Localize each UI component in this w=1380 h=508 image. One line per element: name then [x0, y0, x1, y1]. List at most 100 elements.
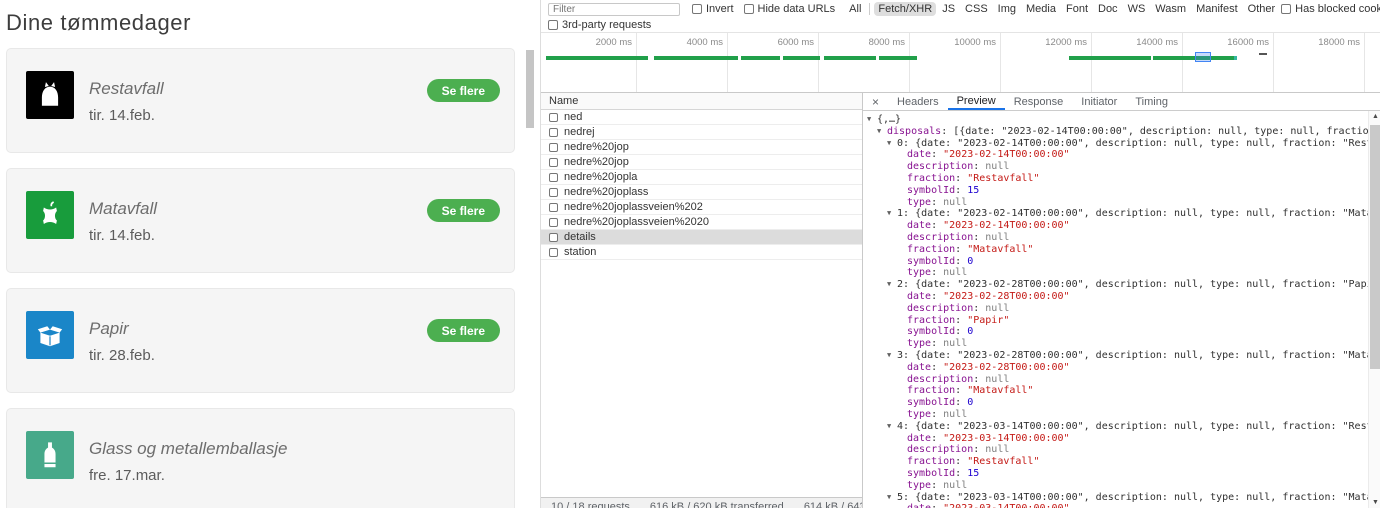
tab-preview[interactable]: Preview [947, 93, 1005, 110]
preview-scrollbar-thumb[interactable] [1370, 125, 1380, 369]
hide-data-urls-checkbox[interactable] [743, 4, 754, 14]
waste-card: Papir tir. 28.feb. Se flere [6, 288, 515, 393]
request-name: station [564, 246, 597, 258]
invert-checkbox[interactable] [692, 4, 702, 14]
request-checkbox[interactable] [549, 187, 558, 197]
json-token: 2: [897, 279, 916, 291]
json-line: description: null [863, 303, 1368, 315]
json-token: type [907, 267, 932, 279]
filter-checkboxes-row1: Invert Hide data URLs [692, 3, 845, 15]
timeline-tick-label: 8000 ms [868, 37, 905, 48]
type-filter-doc[interactable]: Doc [1094, 2, 1122, 16]
disclosure-triangle-icon[interactable]: ▼ [877, 126, 887, 138]
hide-data-urls-group: Hide data URLs [743, 3, 835, 15]
json-token: : [931, 432, 944, 444]
type-filter-other[interactable]: Other [1244, 2, 1280, 16]
timeline-mark [1234, 56, 1237, 60]
waste-schedule-page: Dine tømmedager Restavfall tir. 14.feb. Se… [0, 0, 540, 508]
timeline-tick-label: 2000 ms [595, 37, 632, 48]
network-overview-timeline[interactable]: 2000 ms 4000 ms 6000 ms 8000 ms 10000 ms 1200… [541, 32, 1380, 93]
json-line: fraction: "Restavfall" [863, 456, 1368, 468]
waste-cards: Restavfall tir. 14.feb. Se flere Matavfall… [6, 48, 515, 508]
disclosure-triangle-icon[interactable]: ▼ [887, 208, 897, 220]
request-row[interactable]: ned [541, 110, 862, 125]
scroll-up-icon[interactable]: ▲ [1369, 113, 1380, 120]
disclosure-triangle-icon[interactable]: ▼ [867, 114, 877, 126]
filter-input[interactable] [548, 2, 680, 16]
se-flere-button[interactable]: Se flere [426, 319, 500, 342]
json-token: 0 [967, 397, 974, 409]
se-flere-button[interactable]: Se flere [426, 199, 500, 222]
timeline-activity-segment [824, 56, 876, 60]
request-checkbox[interactable] [549, 142, 558, 152]
request-row[interactable]: details [541, 230, 862, 245]
disclosure-triangle-icon[interactable]: ▼ [887, 492, 897, 504]
scroll-down-icon[interactable]: ▼ [1369, 499, 1380, 506]
request-checkbox[interactable] [549, 112, 558, 122]
request-details-pane: × Headers Preview Response Initiator Timing … [863, 93, 1380, 508]
json-line: type: null [863, 409, 1368, 421]
json-token: null [985, 231, 1010, 243]
request-checkbox[interactable] [549, 157, 558, 167]
waste-fraction-title: Glass og metallemballasje [89, 439, 288, 458]
request-checkbox[interactable] [549, 217, 558, 227]
request-checkbox[interactable] [549, 127, 558, 137]
request-row[interactable]: nedrej [541, 125, 862, 140]
type-filter-fetch-xhr[interactable]: Fetch/XHR [874, 2, 937, 16]
has-blocked-cookies-checkbox[interactable] [1281, 4, 1292, 14]
timeline-selected-request[interactable] [1195, 52, 1211, 62]
json-token: {date: "2023-03-14T00:00:00", descriptio… [915, 420, 1368, 432]
tab-initiator[interactable]: Initiator [1072, 93, 1126, 110]
request-row[interactable]: nedre%20jop [541, 140, 862, 155]
json-line: ▼ disposals: [{date: "2023-02-14T00:00:00… [863, 126, 1368, 138]
request-name: nedre%20jop [564, 156, 629, 168]
page-scrollbar[interactable] [526, 0, 534, 508]
request-row[interactable]: station [541, 245, 862, 260]
request-row[interactable]: nedre%20jopla [541, 170, 862, 185]
type-filter-font[interactable]: Font [1062, 2, 1092, 16]
disclosure-triangle-icon[interactable]: ▼ [887, 350, 897, 362]
json-token: null [943, 267, 968, 279]
disclosure-triangle-icon[interactable]: ▼ [887, 279, 897, 291]
disclosure-triangle-icon[interactable]: ▼ [887, 421, 897, 433]
request-checkbox[interactable] [549, 172, 558, 182]
request-row[interactable]: nedre%20jop [541, 155, 862, 170]
timeline-gridline [1091, 33, 1092, 92]
type-filter-img[interactable]: Img [994, 2, 1020, 16]
disclosure-triangle-icon[interactable]: ▼ [887, 138, 897, 150]
type-filter-wasm[interactable]: Wasm [1151, 2, 1190, 16]
waste-card: Glass og metallemballasje fre. 17.mar. [6, 408, 515, 508]
type-filter-js[interactable]: JS [938, 2, 959, 16]
json-token: type [907, 338, 932, 350]
json-line: date: "2023-02-28T00:00:00" [863, 362, 1368, 374]
tab-headers[interactable]: Headers [888, 93, 948, 110]
request-checkbox[interactable] [549, 202, 558, 212]
request-row[interactable]: nedre%20joplassveien%2020 [541, 215, 862, 230]
page-scrollbar-thumb[interactable] [526, 50, 534, 128]
tab-timing[interactable]: Timing [1126, 93, 1177, 110]
json-line: ▼ 1: {date: "2023-02-14T00:00:00", descri… [863, 208, 1368, 220]
request-row[interactable]: nedre%20joplassveien%202 [541, 200, 862, 215]
json-token: date [907, 290, 932, 302]
tab-response[interactable]: Response [1005, 93, 1073, 110]
3rd-party-requests-checkbox[interactable] [548, 20, 558, 30]
preview-scrollbar[interactable]: ▲ ▼ [1368, 111, 1380, 508]
request-row[interactable]: nedre%20joplass [541, 185, 862, 200]
json-line: symbolId: 0 [863, 397, 1368, 409]
json-token: date [907, 503, 931, 508]
json-token: 4: [897, 420, 916, 432]
json-line: ▼ 0: {date: "2023-02-14T00:00:00", descri… [863, 138, 1368, 150]
type-filter-all[interactable]: All [845, 2, 865, 16]
type-filter-media[interactable]: Media [1022, 2, 1060, 16]
request-checkbox[interactable] [549, 247, 558, 257]
request-checkbox[interactable] [549, 232, 558, 242]
se-flere-button[interactable]: Se flere [426, 79, 500, 102]
type-filter-css[interactable]: CSS [961, 2, 992, 16]
close-icon[interactable]: × [863, 93, 888, 110]
timeline-activity-segment [1069, 56, 1151, 60]
json-line: fraction: "Papir" [863, 315, 1368, 327]
type-filter-manifest[interactable]: Manifest [1192, 2, 1242, 16]
type-filter-ws[interactable]: WS [1124, 2, 1150, 16]
json-token: : [931, 220, 944, 232]
waste-card: Matavfall tir. 14.feb. Se flere [6, 168, 515, 273]
